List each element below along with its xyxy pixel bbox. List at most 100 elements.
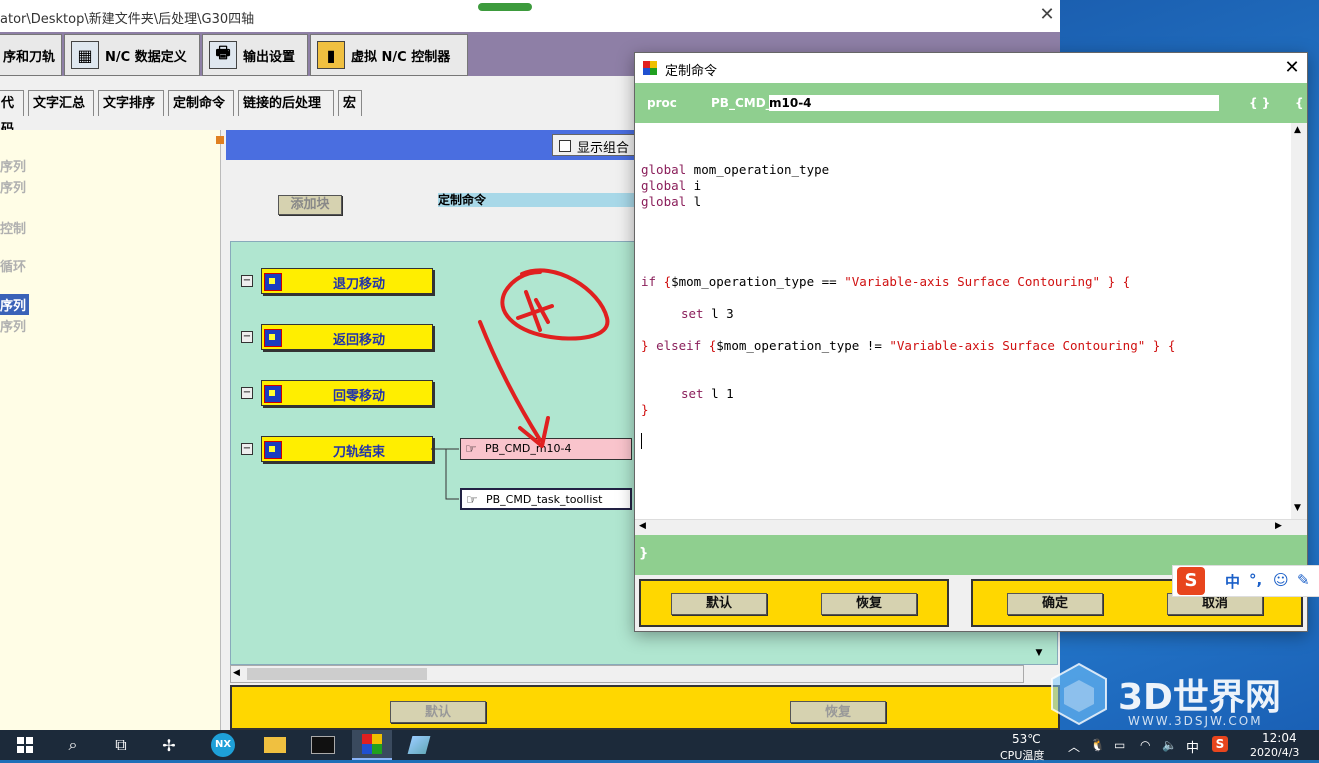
checkbox-box[interactable] xyxy=(559,140,571,152)
watermark-url: WWW.3DSJW.COM xyxy=(1128,714,1263,728)
tree-item-selected[interactable]: 序列 xyxy=(0,294,30,315)
sogou-logo-icon[interactable]: S xyxy=(1177,567,1205,595)
tree-item[interactable]: 序列 xyxy=(0,156,26,175)
cpu-temperature-label: CPU温度 xyxy=(1000,749,1045,762)
search-icon[interactable]: ⌕ xyxy=(56,730,90,760)
scroll-right-icon[interactable]: ▶ xyxy=(1275,521,1282,531)
proc-name-input[interactable]: m10-4 xyxy=(769,95,1219,111)
subtab-code[interactable]: 代码 xyxy=(0,90,24,137)
tree-item[interactable]: 控制 xyxy=(0,218,26,237)
input-language[interactable]: 中 xyxy=(1186,737,1199,756)
code-horizontal-scrollbar[interactable]: ◀ ▶ xyxy=(635,519,1307,536)
code-line: set l 1 xyxy=(681,386,734,401)
splitter-handle[interactable] xyxy=(216,136,224,144)
sogou-tray-icon[interactable]: S xyxy=(1212,736,1228,752)
code-editor[interactable]: global mom_operation_type global i globa… xyxy=(635,123,1291,519)
dialog-restore-button[interactable]: 恢复 xyxy=(821,593,917,615)
dialog-close-button[interactable]: ✕ xyxy=(1281,57,1303,79)
main-close-button[interactable]: ✕ xyxy=(1036,4,1058,26)
sequence-tree-panel: 序列 序列 控制 循环 序列 序列 xyxy=(0,130,224,730)
tab-program-and-tool-path[interactable]: 序和刀轨 xyxy=(0,34,62,76)
tab-label: N/C 数据定义 xyxy=(105,49,187,65)
code-line: } xyxy=(641,402,649,417)
command-block-task-toollist[interactable]: ☞ PB_CMD_task_toollist xyxy=(460,488,632,510)
proc-keyword: proc xyxy=(647,96,677,110)
fan-app-icon[interactable]: ✢ xyxy=(152,730,186,760)
left-button-panel: 默认 恢复 xyxy=(639,579,949,627)
editor-app-icon[interactable] xyxy=(402,730,436,760)
volume-icon[interactable]: 🔈 xyxy=(1162,738,1177,752)
pen-icon[interactable]: ✎ xyxy=(1297,571,1310,589)
tab-nc-data-definition[interactable]: ▦ N/C 数据定义 xyxy=(64,34,200,76)
tree-item[interactable]: 序列 xyxy=(0,177,26,196)
terminal-icon[interactable] xyxy=(306,730,340,760)
code-vertical-scrollbar[interactable]: ▲ ▼ xyxy=(1291,123,1307,519)
file-explorer-icon[interactable] xyxy=(258,730,292,760)
emoji-icon[interactable]: ☺ xyxy=(1273,571,1289,589)
event-button-return-move[interactable]: 返回移动 xyxy=(261,324,433,350)
punctuation-toggle[interactable]: °, xyxy=(1249,571,1262,589)
command-block-m10-4[interactable]: ☞ PB_CMD_m10-4 xyxy=(460,438,632,460)
dialog-ok-button[interactable]: 确定 xyxy=(1007,593,1103,615)
subtab-linked-posts[interactable]: 链接的后处理 xyxy=(238,90,334,116)
scroll-left-icon[interactable]: ◀ xyxy=(233,668,240,678)
ime-toolbar[interactable]: S 中 °, ☺ ✎ xyxy=(1172,565,1319,597)
editor-button-bar: 默认 恢复 xyxy=(230,685,1060,730)
event-label: 退刀移动 xyxy=(332,277,385,292)
nx-app-icon[interactable]: NX xyxy=(206,730,240,760)
subtab-word-summary[interactable]: 文字汇总 xyxy=(28,90,94,116)
event-icon xyxy=(264,385,282,403)
code-line: global i xyxy=(641,178,702,193)
ime-language-toggle[interactable]: 中 xyxy=(1225,571,1240,592)
tab-label: 输出设置 xyxy=(243,49,296,65)
post-builder-taskbar-icon[interactable] xyxy=(352,730,392,760)
collapse-icon[interactable]: − xyxy=(241,275,253,287)
tree-item[interactable]: 序列 xyxy=(0,316,26,335)
command-label: PB_CMD_m10-4 xyxy=(485,442,572,455)
event-button-retract-move[interactable]: 退刀移动 xyxy=(261,268,433,294)
tablet-icon[interactable]: ▭ xyxy=(1114,738,1125,752)
subtab-macro[interactable]: 宏 xyxy=(338,90,362,116)
subtab-word-sequence[interactable]: 文字排序 xyxy=(98,90,164,116)
event-label: 刀轨结束 xyxy=(332,445,385,460)
custom-command-selector[interactable]: 定制命令 xyxy=(438,193,638,207)
clock-time[interactable]: 12:04 xyxy=(1262,731,1297,745)
qq-icon[interactable]: 🐧 xyxy=(1090,738,1105,752)
collapse-icon[interactable]: − xyxy=(241,387,253,399)
proc-header-bar: proc PB_CMD_ m10-4 { } { xyxy=(635,83,1307,123)
dialog-title-bar[interactable]: 定制命令 ✕ xyxy=(635,53,1307,83)
drag-grip-icon[interactable] xyxy=(478,3,532,11)
windows-start-icon[interactable] xyxy=(8,730,42,760)
clock-date[interactable]: 2020/4/3 xyxy=(1250,746,1299,759)
collapse-icon[interactable]: − xyxy=(241,331,253,343)
custom-command-dialog: 定制命令 ✕ proc PB_CMD_ m10-4 { } { global m… xyxy=(634,52,1308,632)
tab-virtual-nc-controller[interactable]: ▮ 虚拟 N/C 控制器 xyxy=(310,34,468,76)
tab-label: 序和刀轨 xyxy=(3,49,56,65)
scroll-up-icon[interactable]: ▲ xyxy=(1294,125,1301,135)
main-title-bar[interactable]: ator\Desktop\新建文件夹\后处理\G30四轴 ✕ xyxy=(0,0,1060,32)
restore-button[interactable]: 恢复 xyxy=(790,701,886,723)
default-button[interactable]: 默认 xyxy=(390,701,486,723)
event-button-path-end[interactable]: 刀轨结束 xyxy=(261,436,433,462)
window-path-title: ator\Desktop\新建文件夹\后处理\G30四轴 xyxy=(0,12,255,27)
add-block-button[interactable]: 添加块 xyxy=(278,195,342,215)
canvas-horizontal-scrollbar[interactable]: ◀ xyxy=(230,665,1024,683)
subtab-custom-command[interactable]: 定制命令 xyxy=(168,90,234,116)
command-label: PB_CMD_task_toollist xyxy=(486,493,603,506)
tab-output-settings[interactable]: 🖶 输出设置 xyxy=(202,34,308,76)
tray-expand-icon[interactable]: ︿ xyxy=(1068,738,1080,755)
scroll-down-icon[interactable]: ▼ xyxy=(1294,503,1301,513)
wifi-icon[interactable]: ◠ xyxy=(1140,738,1150,752)
event-label: 回零移动 xyxy=(332,389,385,404)
collapse-icon[interactable]: − xyxy=(241,443,253,455)
code-line: set l 3 xyxy=(681,306,734,321)
task-view-icon[interactable]: ⧉ xyxy=(104,730,138,760)
printer-icon: 🖶 xyxy=(209,41,237,69)
dialog-title: 定制命令 xyxy=(665,64,718,79)
scroll-left-icon[interactable]: ◀ xyxy=(639,521,646,531)
dialog-default-button[interactable]: 默认 xyxy=(671,593,767,615)
event-button-gohome-move[interactable]: 回零移动 xyxy=(261,380,433,406)
event-icon xyxy=(264,441,282,459)
scroll-thumb[interactable] xyxy=(247,668,427,680)
tree-item[interactable]: 循环 xyxy=(0,256,26,275)
